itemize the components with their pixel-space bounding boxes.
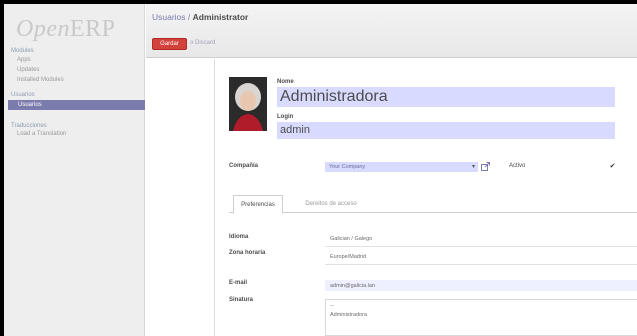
external-link-icon[interactable]: [481, 162, 490, 171]
login-field[interactable]: admin: [277, 122, 615, 139]
tab-preferencias[interactable]: Preferencias: [233, 195, 283, 214]
name-label: Nome: [277, 79, 294, 85]
login-label: Login: [277, 114, 294, 120]
save-button[interactable]: Gardar: [152, 38, 187, 50]
form-tabs: Preferencias Dereitos de acceso: [229, 195, 637, 214]
discard-button[interactable]: Discard: [195, 40, 215, 46]
signature-value: -- Administradora: [330, 303, 367, 318]
breadcrumb-separator: /: [185, 12, 193, 22]
active-label: Activo: [509, 163, 526, 169]
breadcrumb: Usuarios / Administrator: [152, 12, 248, 22]
sidebar-item-updates[interactable]: Updates: [17, 67, 39, 73]
email-value: admin@galicia.lan: [330, 283, 376, 289]
user-photo-icon: [229, 77, 267, 131]
breadcrumb-usuarios-link[interactable]: Usuarios: [152, 12, 186, 22]
company-label: Compañía: [229, 163, 259, 169]
login-value: admin: [280, 124, 310, 136]
form-sheet: Nome Administradora Login admin Compañía…: [214, 59, 637, 336]
sidebar: OpenERP Modules Apps Updates Installed M…: [4, 4, 145, 336]
discard-area: o Discard: [190, 40, 215, 46]
email-label: E-mail: [229, 280, 248, 286]
signature-label: Sinatura: [229, 297, 254, 303]
language-select[interactable]: Galician / Galego: [330, 236, 372, 242]
menu-section-traducciones: Traducciones: [11, 123, 47, 129]
dropdown-arrow-icon[interactable]: ▾: [472, 163, 475, 170]
name-value: Administradora: [280, 88, 388, 105]
tab-dereitos-de-acceso[interactable]: Dereitos de acceso: [291, 195, 371, 213]
language-label: Idioma: [229, 234, 249, 240]
sidebar-item-installed-modules[interactable]: Installed Modules: [17, 77, 64, 83]
timezone-underline: [325, 264, 637, 265]
timezone-select[interactable]: Europe/Madrid: [330, 254, 366, 260]
active-checkbox[interactable]: ✔: [608, 162, 617, 171]
main-content: Usuarios / Administrator Gardar o Discar…: [146, 4, 637, 336]
user-avatar[interactable]: [229, 77, 267, 131]
sidebar-item-usuarios[interactable]: Usuarios: [8, 100, 145, 110]
breadcrumb-current: Administrator: [192, 12, 249, 22]
menu-section-modules: Modules: [11, 48, 34, 54]
view-header: Usuarios / Administrator Gardar o Discar…: [146, 4, 637, 58]
menu-section-usuarios: Usuarios: [11, 92, 35, 98]
language-underline: [325, 246, 637, 247]
timezone-label: Zona horaria: [229, 250, 266, 256]
or-text: o: [190, 40, 194, 46]
openerp-logo[interactable]: OpenERP: [16, 16, 116, 43]
sidebar-item-load-translation[interactable]: Load a Translation: [17, 131, 66, 137]
signature-textarea[interactable]: -- Administradora: [325, 299, 637, 336]
sidebar-item-apps[interactable]: Apps: [17, 57, 31, 63]
name-field[interactable]: Administradora: [277, 87, 615, 107]
company-select[interactable]: Your Company: [325, 162, 478, 172]
